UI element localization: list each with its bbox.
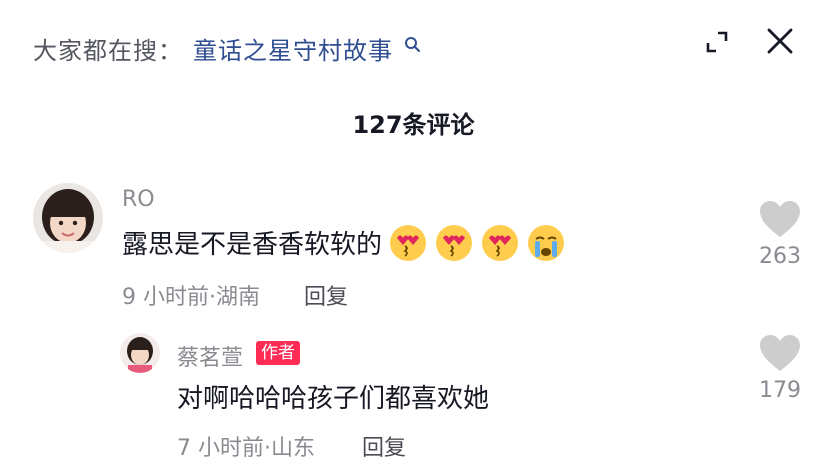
reply-button[interactable]: 回复 — [362, 430, 406, 462]
author-badge: 作者 — [256, 341, 300, 365]
reply-username[interactable]: 蔡茗萱 — [177, 340, 243, 372]
comment-time: 9 小时前 — [122, 285, 209, 310]
like-button[interactable]: 179 — [750, 334, 810, 403]
heart-icon[interactable] — [759, 200, 801, 238]
heart-eyes-kiss-icon — [436, 225, 472, 261]
search-suggestion-link[interactable]: 童话之星守村故事 — [193, 31, 393, 66]
comment-count-title: 127条评论 — [352, 111, 475, 139]
emoji-group — [388, 223, 566, 263]
search-icon[interactable] — [404, 36, 422, 54]
like-count: 179 — [759, 378, 801, 403]
comment-username[interactable]: RO — [122, 187, 155, 212]
like-count: 263 — [759, 244, 801, 269]
comment-meta: 9 小时前·湖南 — [122, 279, 260, 311]
heart-eyes-kiss-icon — [390, 225, 426, 261]
top-bar: 大家都在搜： 童话之星守村故事 — [0, 0, 827, 90]
reply-button[interactable]: 回复 — [304, 279, 348, 311]
heart-eyes-kiss-icon — [482, 225, 518, 261]
reply-text: 对啊哈哈哈孩子们都喜欢她 — [177, 384, 490, 414]
close-icon[interactable] — [766, 27, 794, 55]
meta-separator: · — [264, 436, 271, 461]
crying-face-icon — [528, 225, 564, 261]
heart-icon[interactable] — [759, 334, 801, 372]
like-button[interactable]: 263 — [750, 200, 810, 269]
avatar[interactable] — [120, 333, 160, 373]
reply-location: 山东 — [271, 436, 316, 461]
comment-text: 露思是不是香香软软的 — [122, 230, 383, 260]
comment-location: 湖南 — [216, 285, 261, 310]
search-suggestion-prefix: 大家都在搜： — [33, 37, 183, 65]
reply-meta: 7 小时前·山东 — [177, 430, 315, 462]
avatar[interactable] — [33, 183, 103, 253]
meta-separator: · — [209, 285, 216, 310]
reply-time: 7 小时前 — [177, 436, 264, 461]
expand-icon[interactable] — [703, 28, 731, 56]
